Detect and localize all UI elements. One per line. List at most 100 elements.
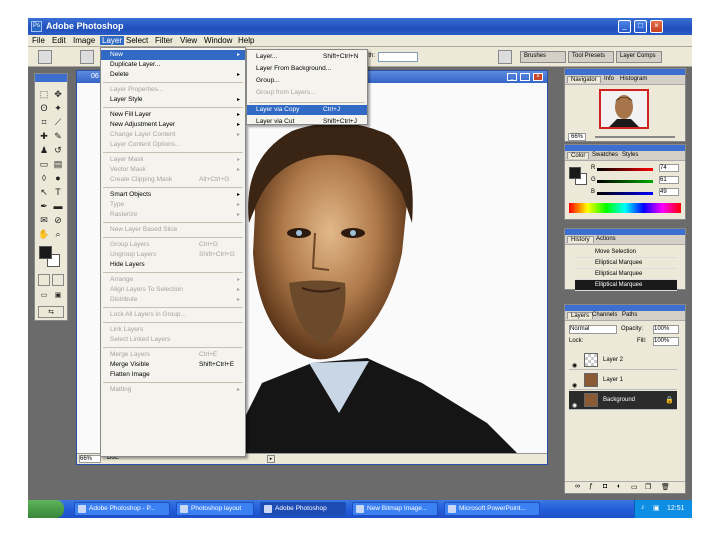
layer-menu-item-matting[interactable]: Matting ▸ — [101, 385, 245, 395]
layer-menu-item-layer-style[interactable]: Layer Style ▸ — [101, 95, 245, 105]
layer-menu-item-link-layers[interactable]: Link Layers — [101, 325, 245, 335]
tab-actions[interactable]: Actions — [593, 236, 619, 242]
layer-menu-item-group-layers[interactable]: Group Layers Ctrl+G — [101, 240, 245, 250]
tool-presets-tab[interactable]: Tool Presets — [568, 51, 614, 63]
layer-menu-item-new-fill-layer[interactable]: New Fill Layer ▸ — [101, 110, 245, 120]
lasso-tool-preset-icon[interactable] — [38, 50, 52, 64]
blur-tool-icon[interactable]: ◊ — [38, 172, 50, 184]
tab-paths[interactable]: Paths — [619, 312, 640, 318]
quick-mask-mode-icon[interactable] — [52, 274, 64, 286]
pen-tool-icon[interactable]: ✒ — [38, 200, 50, 212]
start-button[interactable] — [28, 500, 64, 518]
menu-select[interactable]: Select — [126, 36, 148, 45]
layer-menu-item-ungroup-layers[interactable]: Ungroup Layers Shift+Ctrl+G — [101, 250, 245, 260]
speaker-icon[interactable]: ♪ — [641, 504, 645, 511]
layer-comps-tab[interactable]: Layer Comps — [616, 51, 662, 63]
layer-menu-item-distribute[interactable]: Distribute ▸ — [101, 295, 245, 305]
visibility-eye-icon[interactable]: ◉ — [572, 397, 577, 416]
layer-menu-item-duplicate-layer[interactable]: Duplicate Layer... — [101, 60, 245, 70]
layer-menu-item-layer-properties[interactable]: Layer Properties... — [101, 85, 245, 95]
taskbar-button-adobe-photoshop[interactable]: Adobe Photoshop — [260, 502, 346, 516]
layer-menu-item-layer-content-options[interactable]: Layer Content Options... — [101, 140, 245, 150]
full-screen-mode-icon[interactable]: ▣ — [52, 290, 64, 302]
shape-tool-icon[interactable]: ▬ — [52, 200, 64, 212]
layer-menu-item-new-layer-based-slice[interactable]: New Layer Based Slice — [101, 225, 245, 235]
blend-mode-select[interactable]: Normal — [569, 325, 617, 334]
layer-menu-item-lock-all-layers-in-group[interactable]: Lock All Layers in Group... — [101, 310, 245, 320]
layer-row-layer-2[interactable]: ◉ Layer 2 — [569, 351, 677, 370]
crop-tool-icon[interactable]: ⌗ — [38, 116, 50, 128]
layer-menu-item-merge-layers[interactable]: Merge Layers Ctrl+E — [101, 350, 245, 360]
layer-menu-item-layer-mask[interactable]: Layer Mask ▸ — [101, 155, 245, 165]
notes-tool-icon[interactable]: ✉ — [38, 214, 50, 226]
menu-image[interactable]: Image — [73, 36, 95, 45]
tab-color[interactable]: Color — [567, 152, 590, 159]
new-submenu-item-layer-via-copy[interactable]: Layer via Copy Ctrl+J — [247, 105, 367, 115]
tab-info[interactable]: Info — [601, 76, 617, 82]
taskbar-button-photoshop-layout[interactable]: Photoshop layout — [176, 502, 254, 516]
eyedropper-tool-icon[interactable]: ⊘ — [52, 214, 64, 226]
brushes-tab[interactable]: Brushes — [520, 51, 566, 63]
taskbar-button-new-bitmap-image[interactable]: New Bitmap Image... — [352, 502, 438, 516]
tab-swatches[interactable]: Swatches — [589, 152, 621, 158]
magic-wand-tool-icon[interactable]: ✦ — [52, 102, 64, 114]
lasso-tool-icon[interactable]: ʘ — [38, 102, 50, 114]
layer-menu-item-new[interactable]: New ▸ — [101, 50, 245, 60]
navigator-zoom-field[interactable]: 66% — [568, 133, 587, 141]
type-tool-icon[interactable]: T — [52, 186, 64, 198]
trash-icon[interactable]: 🗑 — [661, 483, 670, 491]
value-b[interactable]: 49 — [659, 188, 679, 196]
layer-row-layer-1[interactable]: ◉ Layer 1 — [569, 371, 677, 390]
layer-menu-item-align-layers-to-selection[interactable]: Align Layers To Selection ▸ — [101, 285, 245, 295]
history-item[interactable]: Elliptical Marquee — [575, 269, 677, 280]
layer-menu-item-vector-mask[interactable]: Vector Mask ▸ — [101, 165, 245, 175]
new-selection-icon[interactable] — [80, 50, 94, 64]
history-item[interactable]: Elliptical Marquee — [575, 258, 677, 269]
new-layer-icon[interactable]: ❐ — [645, 483, 651, 491]
path-selection-tool-icon[interactable]: ↖ — [38, 186, 50, 198]
move-tool-icon[interactable]: ✥ — [52, 88, 64, 100]
layer-style-icon[interactable]: ƒ — [589, 483, 593, 490]
value-r[interactable]: 74 — [659, 164, 679, 172]
slider-b[interactable] — [597, 192, 653, 195]
healing-brush-tool-icon[interactable]: ✚ — [38, 130, 50, 142]
layer-menu-item-merge-visible[interactable]: Merge Visible Shift+Ctrl+E — [101, 360, 245, 370]
network-icon[interactable]: ▣ — [653, 504, 660, 512]
layer-menu-item-hide-layers[interactable]: Hide Layers — [101, 260, 245, 270]
opacity-field[interactable]: 100% — [653, 325, 679, 334]
menu-window[interactable]: Window — [204, 36, 232, 45]
menu-layer[interactable]: Layer — [100, 36, 125, 45]
layer-menu-item-delete[interactable]: Delete ▸ — [101, 70, 245, 80]
slider-g[interactable] — [597, 180, 653, 183]
screen-mode-icon[interactable]: ▭ — [38, 290, 50, 302]
history-item-selected[interactable]: Elliptical Marquee — [575, 280, 677, 291]
zoom-field[interactable]: 66% — [79, 455, 101, 463]
menu-file[interactable]: File — [32, 36, 45, 45]
new-submenu-item-group[interactable]: Group... — [247, 76, 367, 86]
foreground-color-swatch[interactable] — [39, 246, 52, 259]
tab-navigator[interactable]: Navigator — [567, 76, 601, 83]
toolbox-header[interactable] — [35, 74, 67, 82]
taskbar-button-adobe-photoshop-p[interactable]: Adobe Photoshop - P... — [74, 502, 170, 516]
eraser-tool-icon[interactable]: ▭ — [38, 158, 50, 170]
navigator-preview[interactable] — [599, 89, 649, 129]
taskbar-button-microsoft-powerpoint[interactable]: Microsoft PowerPoint... — [444, 502, 540, 516]
menu-view[interactable]: View — [180, 36, 197, 45]
new-submenu-item-group-from-layers[interactable]: Group from Layers... — [247, 88, 367, 98]
layer-menu-item-flatten-image[interactable]: Flatten Image — [101, 370, 245, 380]
layer-menu-item-rasterize[interactable]: Rasterize ▸ — [101, 210, 245, 220]
navigator-zoom-slider[interactable] — [595, 136, 675, 138]
jump-to-imageready-icon[interactable]: ⇆ — [38, 306, 64, 318]
value-g[interactable]: 61 — [659, 176, 679, 184]
maximize-button[interactable]: □ — [634, 20, 647, 33]
zoom-tool-icon[interactable]: ⌕ — [52, 228, 64, 240]
standard-mode-icon[interactable] — [38, 274, 50, 286]
minimize-button[interactable]: _ — [618, 20, 631, 33]
tab-history[interactable]: History — [567, 236, 594, 243]
file-browser-icon[interactable] — [498, 50, 512, 64]
new-group-icon[interactable]: ▭ — [631, 483, 638, 491]
slice-tool-icon[interactable]: ⟋ — [52, 116, 64, 128]
hand-tool-icon[interactable]: ✋ — [38, 228, 50, 240]
add-mask-icon[interactable]: ◘ — [603, 483, 607, 490]
doc-close-button[interactable]: × — [533, 73, 543, 81]
